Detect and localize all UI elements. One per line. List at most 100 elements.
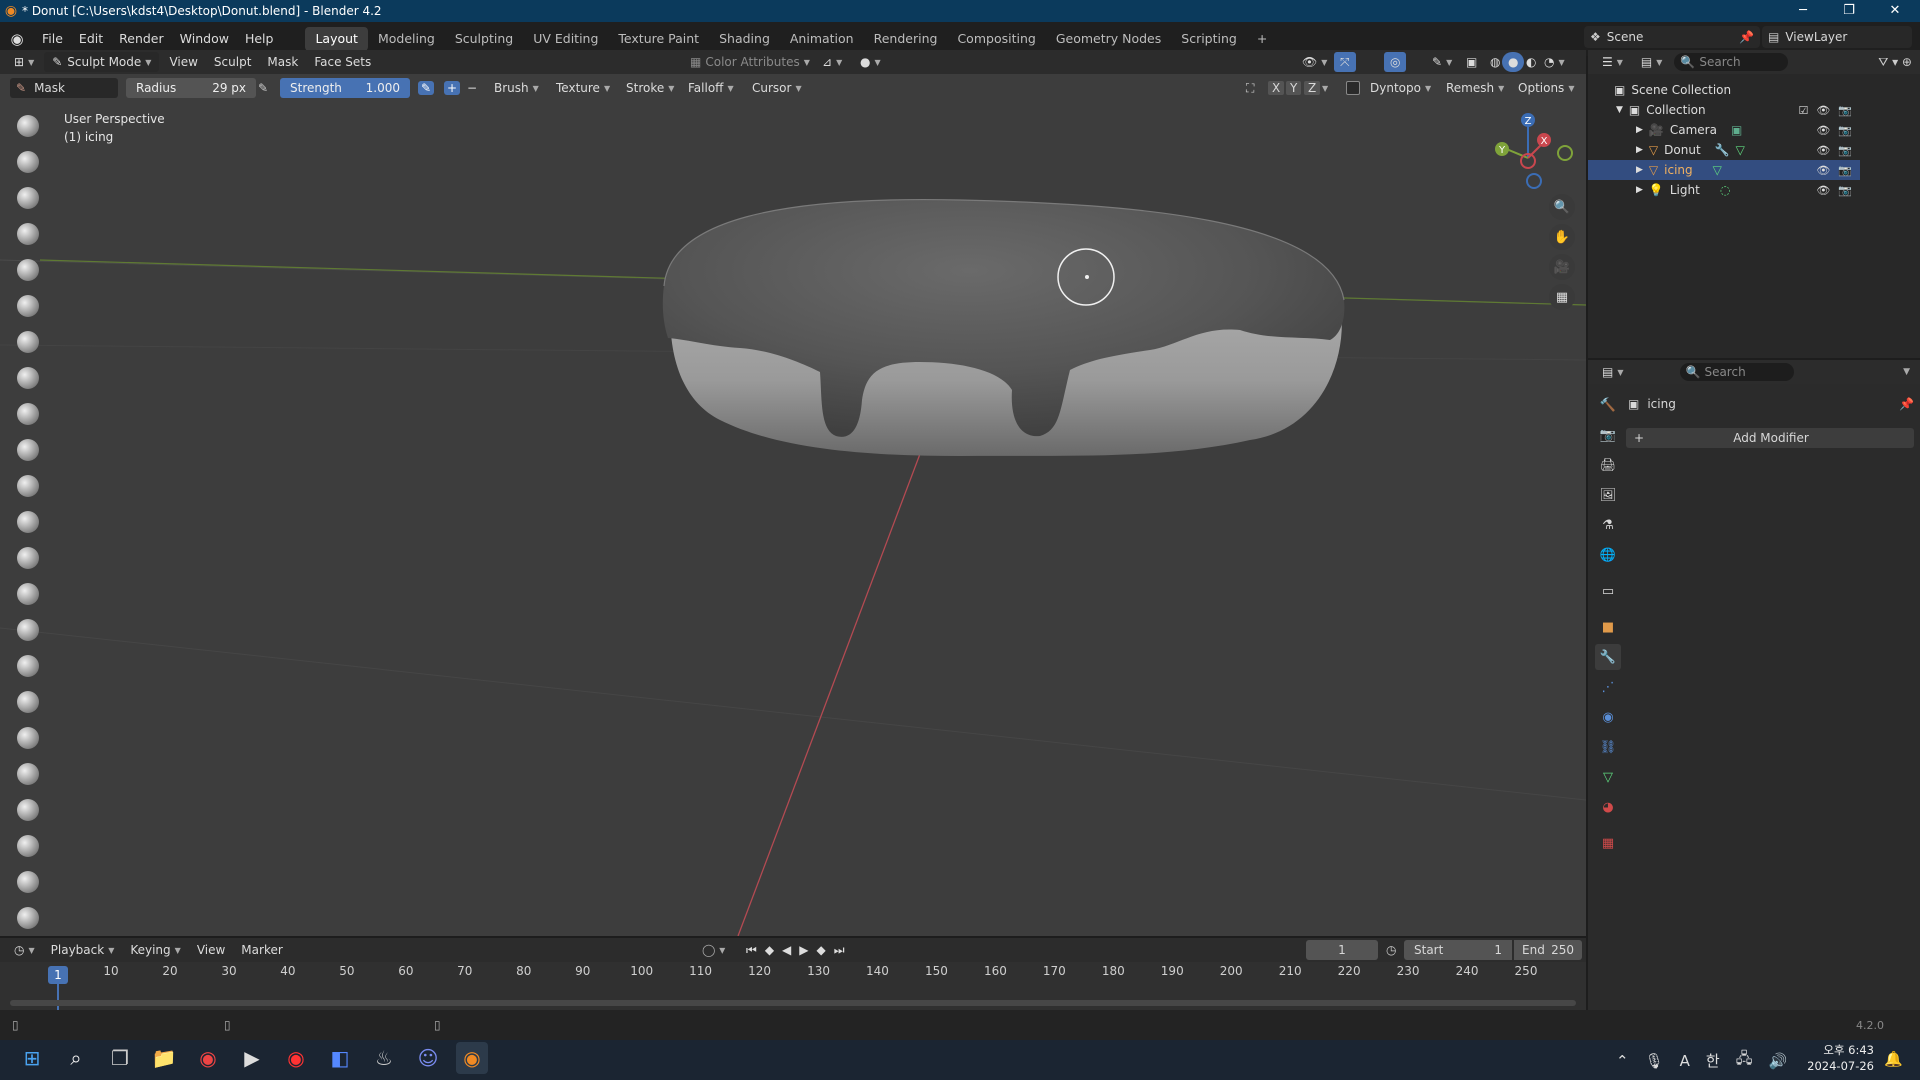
app-icon[interactable]: ◧: [324, 1042, 356, 1074]
tab-compositing[interactable]: Compositing: [947, 27, 1045, 51]
world-tab-icon[interactable]: 🌐: [1595, 542, 1621, 568]
blender-menu-icon[interactable]: ◉: [0, 30, 34, 48]
layer-tool[interactable]: [12, 290, 44, 322]
collection-row[interactable]: ▼ ▣ Collection ☑ 👁 📷: [1588, 100, 1860, 120]
collapse-icon[interactable]: ▼: [1616, 105, 1623, 115]
mask-subtract-button[interactable]: −: [464, 81, 480, 95]
editor-type-dropdown[interactable]: ⊞ ▼: [8, 52, 40, 72]
object-tab-icon[interactable]: ■: [1595, 614, 1621, 640]
tab-geometry-nodes[interactable]: Geometry Nodes: [1046, 27, 1171, 51]
jump-start-icon[interactable]: ⏮: [746, 943, 757, 958]
taskbar-search-icon[interactable]: ⌕: [60, 1042, 92, 1074]
gizmo-toggle[interactable]: ⤧: [1334, 52, 1356, 72]
eye-icon[interactable]: 👁: [1816, 124, 1830, 137]
next-keyframe-icon[interactable]: ◆: [817, 943, 826, 958]
tab-layout[interactable]: Layout: [305, 27, 368, 51]
texture-tab-icon[interactable]: ▦: [1595, 830, 1621, 856]
camera-restrict-icon[interactable]: 📷: [1838, 124, 1852, 137]
pivot-dropdown[interactable]: ● ▼: [854, 52, 887, 72]
clay-tool[interactable]: [12, 182, 44, 214]
ime-indicator[interactable]: A: [1680, 1052, 1690, 1070]
microphone-icon[interactable]: 🎙: [1645, 1052, 1664, 1070]
mask-add-button[interactable]: +: [444, 81, 460, 95]
pinch-tool[interactable]: [12, 614, 44, 646]
navigation-gizmo[interactable]: Z Y X: [1484, 108, 1576, 196]
symmetry-x[interactable]: X: [1268, 81, 1285, 95]
camera-restrict-icon[interactable]: 📷: [1838, 164, 1852, 177]
symmetry-dropdown-icon[interactable]: ▼: [1322, 84, 1328, 93]
smooth-tool[interactable]: [12, 434, 44, 466]
steam-icon[interactable]: ♨: [368, 1042, 400, 1074]
add-modifier-button[interactable]: + Add Modifier: [1626, 428, 1914, 448]
scene-collection-row[interactable]: ▣ Scene Collection: [1588, 80, 1860, 100]
camera-restrict-icon[interactable]: 📷: [1838, 104, 1852, 117]
task-view-icon[interactable]: ❐: [104, 1042, 136, 1074]
falloff-menu[interactable]: Falloff ▼: [682, 78, 740, 98]
gizmo-neg-z[interactable]: [1526, 173, 1542, 189]
marker-menu[interactable]: Marker: [235, 940, 288, 960]
language-indicator[interactable]: 한: [1706, 1050, 1720, 1071]
camera-restrict-icon[interactable]: 📷: [1838, 144, 1852, 157]
symmetry-y[interactable]: Y: [1286, 81, 1302, 95]
radius-pressure-icon[interactable]: ✎: [258, 81, 268, 95]
eye-icon[interactable]: 👁: [1816, 144, 1830, 157]
physics-tab-icon[interactable]: ◉: [1595, 704, 1621, 730]
zoom-icon[interactable]: 🔍: [1549, 194, 1575, 220]
tab-sculpting[interactable]: Sculpting: [445, 27, 523, 51]
play-reverse-icon[interactable]: ◀: [782, 943, 791, 958]
blender-taskbar-icon[interactable]: ◉: [456, 1042, 488, 1074]
nudge-tool[interactable]: [12, 830, 44, 862]
blob-tool[interactable]: [12, 362, 44, 394]
fill-tool[interactable]: [12, 506, 44, 538]
current-frame-field[interactable]: 1: [1306, 940, 1378, 960]
pan-hand-icon[interactable]: ✋: [1549, 224, 1575, 250]
options-menu[interactable]: Options ▼: [1512, 78, 1580, 98]
tab-modeling[interactable]: Modeling: [368, 27, 445, 51]
outliner-search[interactable]: 🔍 Search: [1674, 53, 1789, 71]
menu-file[interactable]: File: [34, 28, 71, 50]
minimize-button[interactable]: ─: [1780, 0, 1826, 22]
material-tab-icon[interactable]: ◕: [1595, 794, 1621, 820]
timeline-scrollbar[interactable]: [10, 1000, 1576, 1006]
viewport-scene[interactable]: [0, 100, 1586, 936]
strength-slider[interactable]: Strength 1.000: [280, 78, 410, 98]
prev-keyframe-icon[interactable]: ◆: [765, 943, 774, 958]
tab-shading[interactable]: Shading: [709, 27, 780, 51]
youtube-music-icon[interactable]: ◉: [280, 1042, 312, 1074]
scene-tab-icon[interactable]: ⚗: [1595, 512, 1621, 538]
data-tab-icon[interactable]: ▽: [1595, 764, 1621, 790]
thumb-tool[interactable]: [12, 758, 44, 790]
menu-window[interactable]: Window: [172, 28, 237, 50]
crease-tool[interactable]: [12, 398, 44, 430]
outliner-item-light[interactable]: ▶ 💡 Light ◌ 👁 📷: [1588, 180, 1860, 200]
menu-sculpt[interactable]: Sculpt: [208, 52, 257, 72]
end-frame-field[interactable]: End 250: [1514, 940, 1582, 960]
tab-rendering[interactable]: Rendering: [864, 27, 948, 51]
start-frame-field[interactable]: Start 1: [1404, 940, 1512, 960]
eye-icon[interactable]: 👁: [1816, 184, 1830, 197]
radius-slider[interactable]: Radius 29 px: [126, 78, 256, 98]
viewlayer-selector[interactable]: ▤ ViewLayer: [1762, 26, 1912, 48]
grab-tool[interactable]: [12, 650, 44, 682]
particles-tab-icon[interactable]: ⋰: [1595, 674, 1621, 700]
constraints-tab-icon[interactable]: ⛓: [1595, 734, 1621, 760]
maximize-button[interactable]: ❐: [1826, 0, 1872, 22]
draw-brush-tool[interactable]: [12, 110, 44, 142]
properties-search[interactable]: 🔍 Search: [1679, 363, 1794, 381]
xray-toggle[interactable]: ▣: [1460, 52, 1483, 72]
checkbox-icon[interactable]: ☑: [1798, 104, 1808, 117]
menu-help[interactable]: Help: [237, 28, 282, 50]
dyntopo-checkbox[interactable]: [1346, 81, 1360, 95]
modifier-tab-icon[interactable]: 🔧: [1595, 644, 1621, 670]
tab-animation[interactable]: Animation: [780, 27, 864, 51]
inflate-tool[interactable]: [12, 326, 44, 358]
brush-selector[interactable]: ✎ Mask: [10, 78, 118, 98]
outliner-item-donut[interactable]: ▶ ▽ Donut 🔧 ▽ 👁 📷: [1588, 140, 1860, 160]
transform-orientation-dropdown[interactable]: ⊿ ▼: [816, 52, 848, 72]
tab-scripting[interactable]: Scripting: [1171, 27, 1247, 51]
expand-icon[interactable]: ▶: [1636, 165, 1643, 175]
clay-thumb-tool[interactable]: [12, 254, 44, 286]
outliner-item-icing[interactable]: ▶ ▽ icing ▽ 👁 📷: [1588, 160, 1860, 180]
texture-menu[interactable]: Texture ▼: [550, 78, 616, 98]
keying-menu[interactable]: Keying ▼: [124, 940, 186, 960]
